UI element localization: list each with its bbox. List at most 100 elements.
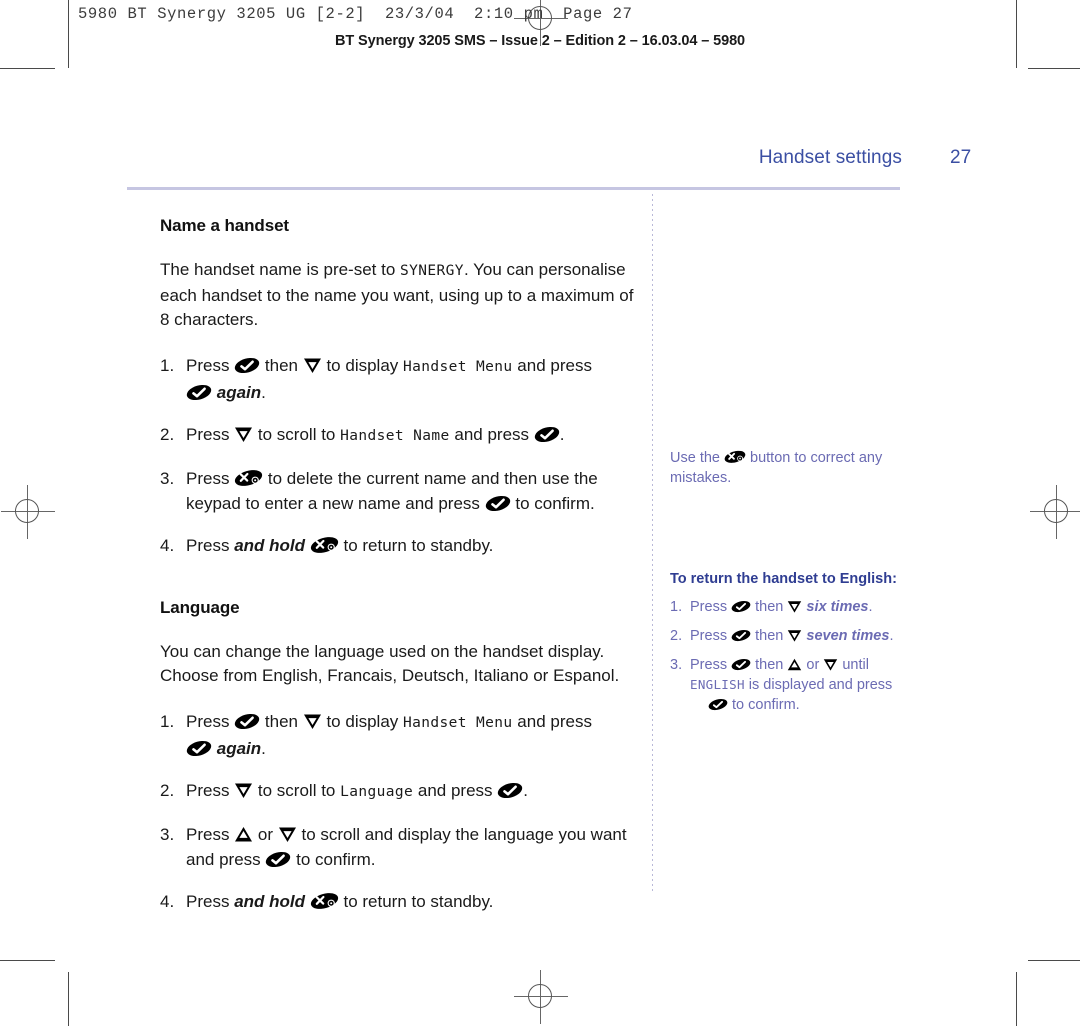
down-arrow-key-icon: [787, 600, 802, 613]
step-text: to display: [321, 711, 403, 731]
steps-list-name-a-handset: 1. Press then to display Handset Menu and…: [160, 353, 640, 558]
step-item: 2. Press to scroll to Handset Name and pr…: [160, 422, 640, 449]
step-text: and press: [413, 780, 498, 800]
intro-paragraph-language: You can change the language used on the …: [160, 641, 620, 686]
step-text: and press: [512, 355, 592, 375]
step-text: .: [261, 738, 266, 758]
down-arrow-key-icon: [234, 782, 253, 799]
step-item: 1. Press then to display Handset Menu and…: [160, 353, 640, 405]
column-divider: [652, 194, 653, 894]
step-item: 4. Press and hold to return to standby.: [160, 533, 640, 558]
step-number: 2.: [670, 628, 683, 644]
step-emphasis: again: [216, 738, 262, 758]
lcd-text-handset-menu: Handset Menu: [403, 714, 513, 731]
sidebar-step-item: 3. Press then or until ENGLISH is display…: [670, 655, 920, 715]
page-number: 27: [950, 147, 972, 168]
step-text: Press: [186, 780, 235, 800]
step-number: 4.: [160, 891, 175, 911]
steps-list-language: 1. Press then to display Handset Menu and…: [160, 709, 640, 914]
step-text: to scroll to: [253, 424, 341, 444]
page-title: Handset settings: [758, 147, 902, 168]
step-text: Press: [186, 355, 235, 375]
step-emphasis: six times: [802, 599, 869, 615]
step-text: until: [838, 657, 869, 673]
down-arrow-key-icon: [823, 658, 838, 671]
step-number: 4.: [160, 535, 175, 555]
step-number: 3.: [670, 657, 683, 673]
step-number: 2.: [160, 424, 175, 444]
ok-key-icon: [731, 658, 751, 671]
up-arrow-key-icon: [787, 658, 802, 671]
step-text: Press: [690, 628, 732, 644]
lcd-text-english: ENGLISH: [690, 677, 745, 692]
lcd-text-synergy: SYNERGY: [400, 263, 464, 279]
step-text: Press: [186, 535, 235, 555]
step-text: then: [751, 657, 788, 673]
step-text: .: [559, 424, 565, 444]
step-item: 1. Press then to display Handset Menu and…: [160, 709, 640, 761]
step-number: 3.: [160, 824, 175, 844]
step-text: or: [802, 657, 824, 673]
step-text: Press: [186, 891, 235, 911]
ok-key-icon: [186, 384, 212, 401]
lcd-text-language: Language: [340, 783, 414, 800]
cancel-key-icon: [724, 450, 746, 464]
step-text: to confirm.: [510, 493, 595, 513]
down-arrow-key-icon: [303, 357, 322, 374]
main-column: Name a handset The handset name is pre-s…: [160, 216, 640, 931]
step-text: to return to standby.: [338, 535, 494, 555]
step-text: to confirm.: [728, 697, 800, 713]
note-text-a: Use the: [670, 450, 724, 466]
step-text: Press: [690, 599, 732, 615]
up-arrow-key-icon: [234, 826, 253, 843]
intro-paragraph-name-a-handset: The handset name is pre-set to SYNERGY. …: [160, 258, 640, 333]
sidebar-block-return-to-english: To return the handset to English: 1. Pres…: [670, 571, 920, 724]
step-text: to confirm.: [291, 849, 376, 869]
intro-text-a: The handset name is pre-set to: [160, 260, 401, 279]
lcd-text-handset-menu: Handset Menu: [403, 358, 513, 375]
cancel-key-icon: [310, 536, 339, 554]
down-arrow-key-icon: [234, 426, 253, 443]
step-text: Press: [186, 424, 235, 444]
step-number: 1.: [160, 355, 175, 375]
ok-key-icon: [497, 782, 523, 799]
step-text: and press: [449, 424, 534, 444]
sidebar-note-text: Use the button to correct any mistakes.: [670, 448, 920, 488]
step-text: then: [751, 599, 788, 615]
step-text: Press: [186, 824, 235, 844]
step-emphasis: again: [216, 382, 262, 402]
document-page: Handset settings 27 Name a handset The h…: [0, 0, 1080, 1026]
ok-key-icon: [534, 426, 560, 443]
step-text: then: [751, 628, 788, 644]
section-heading-language: Language: [160, 597, 240, 617]
cancel-key-icon: [234, 469, 263, 487]
step-item: 3. Press to delete the current name and t…: [160, 466, 640, 516]
step-emphasis: and hold: [234, 891, 306, 911]
lcd-text-handset-name: Handset Name: [340, 427, 450, 444]
ok-key-icon: [731, 600, 751, 613]
step-text: to return to standby.: [338, 891, 494, 911]
ok-key-icon: [186, 740, 212, 757]
sidebar-note-correct-mistakes: Use the button to correct any mistakes.: [670, 448, 920, 488]
sidebar-steps-list: 1. Press then six times. 2. Press then sev…: [670, 597, 920, 715]
step-text: .: [868, 599, 873, 615]
cancel-key-icon: [310, 892, 339, 910]
ok-key-icon: [265, 851, 291, 868]
step-item: 2. Press to scroll to Language and press …: [160, 778, 640, 805]
step-text: Press: [186, 468, 235, 488]
step-item: 3. Press or to scroll and display the lan…: [160, 822, 640, 872]
step-text: to display: [321, 355, 403, 375]
ok-key-icon: [234, 713, 260, 730]
step-text: .: [523, 780, 528, 800]
step-number: 1.: [160, 711, 175, 731]
down-arrow-key-icon: [278, 826, 297, 843]
step-text: Press: [690, 657, 732, 673]
step-text: then: [260, 711, 303, 731]
step-number: 3.: [160, 468, 175, 488]
section-heading-name-a-handset: Name a handset: [160, 216, 289, 235]
step-number: 2.: [160, 780, 175, 800]
step-text: is displayed and press: [744, 677, 893, 693]
ok-key-icon: [731, 629, 751, 642]
sidebar-step-item: 1. Press then six times.: [670, 597, 920, 617]
step-text: to scroll to: [253, 780, 341, 800]
